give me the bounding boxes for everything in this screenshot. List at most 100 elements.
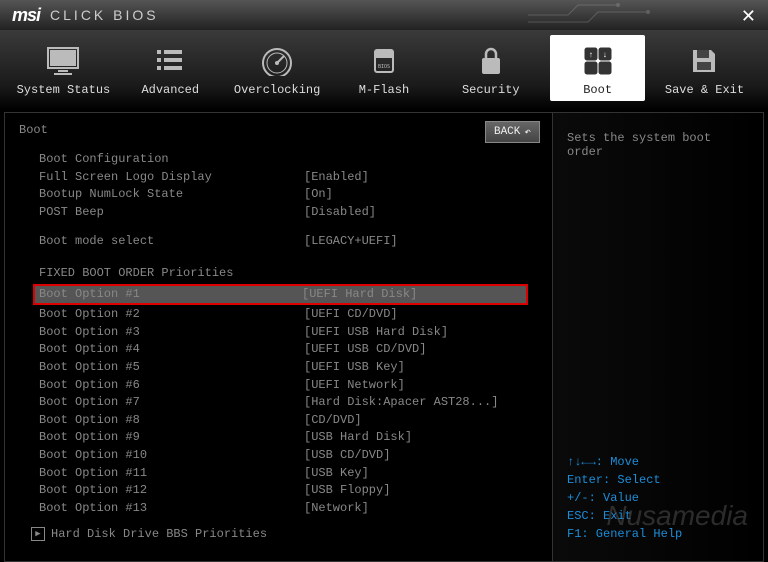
setting-label: Boot Option #12 [39, 483, 304, 499]
nav-advanced[interactable]: Advanced [123, 43, 218, 97]
product-name: CLICK BIOS [50, 7, 159, 23]
row-post-beep[interactable]: POST Beep [Disabled] [19, 204, 538, 222]
bbs-label: Hard Disk Drive BBS Priorities [51, 527, 267, 541]
list-icon [123, 43, 218, 79]
boot-icon: ↑↓ [550, 43, 645, 79]
row-boot-option-7[interactable]: Boot Option #7[Hard Disk:Apacer AST28...… [19, 394, 538, 412]
setting-value: [USB Floppy] [304, 483, 390, 499]
nav-mflash[interactable]: BIOS M-Flash [336, 43, 431, 97]
row-boot-option-4[interactable]: Boot Option #4[UEFI USB CD/DVD] [19, 341, 538, 359]
setting-value: [UEFI CD/DVD] [304, 307, 398, 323]
setting-label: Boot Option #10 [39, 448, 304, 464]
nav-label: Overclocking [230, 83, 325, 97]
row-boot-option-9[interactable]: Boot Option #9[USB Hard Disk] [19, 429, 538, 447]
close-icon[interactable]: ✕ [741, 6, 756, 27]
setting-value: [Disabled] [304, 205, 376, 221]
monitor-icon [16, 43, 111, 79]
page-title: Boot [19, 123, 538, 137]
setting-value: [UEFI USB Hard Disk] [304, 325, 448, 341]
row-boot-option-5[interactable]: Boot Option #5[UEFI USB Key] [19, 359, 538, 377]
setting-label: Full Screen Logo Display [39, 170, 304, 186]
nav-system-status[interactable]: System Status [16, 43, 111, 97]
row-full-screen-logo[interactable]: Full Screen Logo Display [Enabled] [19, 169, 538, 187]
svg-text:BIOS: BIOS [378, 64, 390, 70]
setting-value: [Hard Disk:Apacer AST28...] [304, 395, 498, 411]
group-boot-config: Boot Configuration [19, 151, 538, 169]
setting-label: Boot Option #7 [39, 395, 304, 411]
setting-value: [USB CD/DVD] [304, 448, 390, 464]
nav-label: Advanced [123, 83, 218, 97]
row-boot-option-2[interactable]: Boot Option #2[UEFI CD/DVD] [19, 306, 538, 324]
row-boot-option-1[interactable]: Boot Option #1[UEFI Hard Disk] [33, 284, 528, 306]
row-boot-option-13[interactable]: Boot Option #13[Network] [19, 500, 538, 518]
setting-value: [USB Hard Disk] [304, 430, 412, 446]
setting-value: [CD/DVD] [304, 413, 362, 429]
nav-label: Boot [550, 83, 645, 97]
hotkey-help: F1: General Help [567, 525, 749, 543]
row-boot-option-12[interactable]: Boot Option #12[USB Floppy] [19, 482, 538, 500]
nav-boot[interactable]: ↑↓ Boot [550, 35, 645, 101]
brand-logo: msi [12, 5, 40, 26]
setting-label: Boot Option #9 [39, 430, 304, 446]
row-boot-option-3[interactable]: Boot Option #3[UEFI USB Hard Disk] [19, 324, 538, 342]
submenu-arrow-icon: ▶ [31, 527, 45, 541]
circuit-decoration [528, 0, 728, 30]
content-area: BACK ↶ Boot Boot Configuration Full Scre… [4, 112, 764, 562]
setting-label: Boot Option #4 [39, 342, 304, 358]
hotkey-move: ↑↓←→: Move [567, 453, 749, 471]
setting-label: Boot mode select [39, 234, 304, 250]
group-fixed-boot-order: FIXED BOOT ORDER Priorities [19, 265, 538, 283]
chip-icon: BIOS [336, 43, 431, 79]
title-bar: msi CLICK BIOS ✕ [0, 0, 768, 30]
nav-overclocking[interactable]: Overclocking [230, 43, 325, 97]
side-panel: Sets the system boot order ↑↓←→: Move En… [553, 113, 763, 561]
setting-value: [Enabled] [304, 170, 369, 186]
save-icon [657, 43, 752, 79]
row-bbs-priorities[interactable]: ▶ Hard Disk Drive BBS Priorities [19, 523, 538, 541]
row-boot-option-11[interactable]: Boot Option #11[USB Key] [19, 465, 538, 483]
lock-icon [443, 43, 538, 79]
back-button[interactable]: BACK ↶ [485, 121, 540, 143]
setting-value: [UEFI USB CD/DVD] [304, 342, 426, 358]
row-numlock[interactable]: Bootup NumLock State [On] [19, 186, 538, 204]
setting-value: [Network] [304, 501, 369, 517]
setting-label: Boot Option #8 [39, 413, 304, 429]
nav-label: Security [443, 83, 538, 97]
gauge-icon [230, 43, 325, 79]
hotkey-legend: ↑↓←→: Move Enter: Select +/-: Value ESC:… [567, 453, 749, 543]
setting-label: Boot Option #1 [39, 287, 302, 303]
hotkey-value: +/-: Value [567, 489, 749, 507]
setting-label: Boot Option #2 [39, 307, 304, 323]
setting-label: Boot Option #13 [39, 501, 304, 517]
setting-value: [UEFI Hard Disk] [302, 287, 417, 303]
main-nav: System Status Advanced Overclocking BIOS… [0, 30, 768, 110]
hotkey-select: Enter: Select [567, 471, 749, 489]
nav-security[interactable]: Security [443, 43, 538, 97]
setting-value: [UEFI Network] [304, 378, 405, 394]
setting-label: Boot Option #11 [39, 466, 304, 482]
setting-value: [LEGACY+UEFI] [304, 234, 398, 250]
back-label: BACK [494, 126, 520, 138]
row-boot-option-10[interactable]: Boot Option #10[USB CD/DVD] [19, 447, 538, 465]
nav-label: System Status [16, 83, 111, 97]
help-description: Sets the system boot order [567, 131, 749, 159]
setting-value: [UEFI USB Key] [304, 360, 405, 376]
nav-label: M-Flash [336, 83, 431, 97]
nav-label: Save & Exit [657, 83, 752, 97]
svg-text:↓: ↓ [602, 51, 607, 60]
nav-save-exit[interactable]: Save & Exit [657, 43, 752, 97]
hotkey-exit: ESC: Exit [567, 507, 749, 525]
undo-icon: ↶ [524, 125, 531, 139]
setting-label: Boot Option #3 [39, 325, 304, 341]
row-boot-option-6[interactable]: Boot Option #6[UEFI Network] [19, 377, 538, 395]
svg-text:↑: ↑ [588, 51, 593, 60]
setting-value: [On] [304, 187, 333, 203]
setting-label: Bootup NumLock State [39, 187, 304, 203]
setting-label: POST Beep [39, 205, 304, 221]
setting-value: [USB Key] [304, 466, 369, 482]
row-boot-option-8[interactable]: Boot Option #8[CD/DVD] [19, 412, 538, 430]
main-panel: BACK ↶ Boot Boot Configuration Full Scre… [5, 113, 553, 561]
setting-label: Boot Option #5 [39, 360, 304, 376]
setting-label: Boot Option #6 [39, 378, 304, 394]
row-boot-mode[interactable]: Boot mode select [LEGACY+UEFI] [19, 233, 538, 251]
